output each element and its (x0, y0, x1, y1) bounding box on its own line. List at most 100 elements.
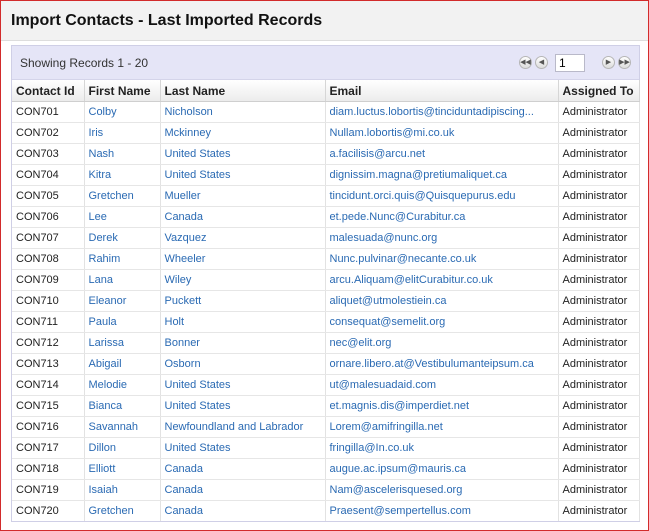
column-header-assigned-to[interactable]: Assigned To (558, 80, 640, 102)
table-row[interactable]: CON701 Colby Nicholson diam.luctus.lobortis… (12, 101, 640, 123)
cell-last-name[interactable]: United States (160, 143, 326, 165)
cell-email[interactable]: et.pede.Nunc@Curabitur.ca (325, 206, 559, 228)
last-page-icon[interactable]: ▶▶ (618, 56, 631, 69)
cell-first-name[interactable]: Melodie (84, 374, 161, 396)
cell-first-name[interactable]: Iris (84, 122, 161, 144)
cell-contact-id: CON714 (12, 374, 85, 396)
column-header-email[interactable]: Email (325, 80, 559, 102)
cell-first-name[interactable]: Nash (84, 143, 161, 165)
table-row[interactable]: CON712 Larissa Bonner nec@elit.org Administr… (12, 332, 640, 354)
cell-last-name[interactable]: United States (160, 164, 326, 186)
cell-last-name[interactable]: Puckett (160, 290, 326, 312)
cell-email[interactable]: et.magnis.dis@imperdiet.net (325, 395, 559, 417)
cell-first-name[interactable]: Kitra (84, 164, 161, 186)
cell-last-name[interactable]: Wheeler (160, 248, 326, 270)
import-contacts-window: Import Contacts - Last Imported Records … (0, 0, 649, 531)
column-header-last-name[interactable]: Last Name (160, 80, 326, 102)
cell-last-name[interactable]: Canada (160, 500, 326, 521)
cell-email[interactable]: ornare.libero.at@Vestibulumanteipsum.ca (325, 353, 559, 375)
cell-last-name[interactable]: Holt (160, 311, 326, 333)
records-panel: Showing Records 1 - 20 ◀◀ ◀ ▶ ▶▶ Contact… (11, 45, 640, 522)
cell-email[interactable]: ut@malesuadaid.com (325, 374, 559, 396)
table-row[interactable]: CON704 Kitra United States dignissim.magna@… (12, 164, 640, 186)
cell-first-name[interactable]: Savannah (84, 416, 161, 438)
cell-contact-id: CON710 (12, 290, 85, 312)
cell-last-name[interactable]: Vazquez (160, 227, 326, 249)
cell-first-name[interactable]: Larissa (84, 332, 161, 354)
cell-last-name[interactable]: Newfoundland and Labrador (160, 416, 326, 438)
table-row[interactable]: CON709 Lana Wiley arcu.Aliquam@elitCurabitu… (12, 269, 640, 291)
cell-last-name[interactable]: Mueller (160, 185, 326, 207)
cell-last-name[interactable]: Mckinney (160, 122, 326, 144)
cell-first-name[interactable]: Derek (84, 227, 161, 249)
cell-last-name[interactable]: United States (160, 374, 326, 396)
cell-last-name[interactable]: Bonner (160, 332, 326, 354)
cell-last-name[interactable]: United States (160, 395, 326, 417)
cell-last-name[interactable]: Canada (160, 458, 326, 480)
table-row[interactable]: CON707 Derek Vazquez malesuada@nunc.org Admi… (12, 227, 640, 249)
cell-first-name[interactable]: Lee (84, 206, 161, 228)
cell-last-name[interactable]: Osborn (160, 353, 326, 375)
page-number-input[interactable] (555, 53, 585, 72)
table-row[interactable]: CON706 Lee Canada et.pede.Nunc@Curabitur.ca… (12, 206, 640, 228)
cell-contact-id: CON708 (12, 248, 85, 270)
cell-email[interactable]: augue.ac.ipsum@mauris.ca (325, 458, 559, 480)
next-page-icon[interactable]: ▶ (602, 56, 615, 69)
table-row[interactable]: CON714 Melodie United States ut@malesuadaid… (12, 374, 640, 396)
cell-last-name[interactable]: Wiley (160, 269, 326, 291)
cell-last-name[interactable]: United States (160, 437, 326, 459)
cell-email[interactable]: arcu.Aliquam@elitCurabitur.co.uk (325, 269, 559, 291)
prev-page-icon[interactable]: ◀ (535, 56, 548, 69)
cell-assigned-to: Administrator (558, 458, 640, 480)
cell-email[interactable]: Nam@ascelerisquesed.org (325, 479, 559, 501)
table-row[interactable]: CON720 Gretchen Canada Praesent@sempertellu… (12, 500, 640, 521)
table-row[interactable]: CON713 Abigail Osborn ornare.libero.at@Vest… (12, 353, 640, 375)
title-bar: Import Contacts - Last Imported Records (1, 1, 648, 41)
cell-email[interactable]: nec@elit.org (325, 332, 559, 354)
column-header-first-name[interactable]: First Name (84, 80, 161, 102)
cell-first-name[interactable]: Gretchen (84, 185, 161, 207)
table-row[interactable]: CON718 Elliott Canada augue.ac.ipsum@mauris… (12, 458, 640, 480)
table-row[interactable]: CON715 Bianca United States et.magnis.dis@i… (12, 395, 640, 417)
cell-first-name[interactable]: Paula (84, 311, 161, 333)
cell-email[interactable]: fringilla@In.co.uk (325, 437, 559, 459)
cell-email[interactable]: a.facilisis@arcu.net (325, 143, 559, 165)
cell-email[interactable]: Praesent@sempertellus.com (325, 500, 559, 521)
cell-first-name[interactable]: Dillon (84, 437, 161, 459)
cell-first-name[interactable]: Isaiah (84, 479, 161, 501)
cell-email[interactable]: tincidunt.orci.quis@Quisquepurus.edu (325, 185, 559, 207)
cell-first-name[interactable]: Eleanor (84, 290, 161, 312)
cell-first-name[interactable]: Bianca (84, 395, 161, 417)
window-title: Import Contacts - Last Imported Records (11, 11, 323, 29)
cell-last-name[interactable]: Nicholson (160, 101, 326, 123)
cell-email[interactable]: Nullam.lobortis@mi.co.uk (325, 122, 559, 144)
table-row[interactable]: CON716 Savannah Newfoundland and Labrador L… (12, 416, 640, 438)
table-row[interactable]: CON703 Nash United States a.facilisis@arcu.… (12, 143, 640, 165)
cell-email[interactable]: diam.luctus.lobortis@tinciduntadipiscing… (325, 101, 559, 123)
cell-first-name[interactable]: Abigail (84, 353, 161, 375)
table-row[interactable]: CON711 Paula Holt consequat@semelit.org Admi… (12, 311, 640, 333)
table-row[interactable]: CON705 Gretchen Mueller tincidunt.orci.quis… (12, 185, 640, 207)
table-row[interactable]: CON708 Rahim Wheeler Nunc.pulvinar@necante.… (12, 248, 640, 270)
cell-email[interactable]: Lorem@amifringilla.net (325, 416, 559, 438)
cell-first-name[interactable]: Elliott (84, 458, 161, 480)
cell-assigned-to: Administrator (558, 311, 640, 333)
cell-last-name[interactable]: Canada (160, 479, 326, 501)
cell-first-name[interactable]: Lana (84, 269, 161, 291)
cell-assigned-to: Administrator (558, 143, 640, 165)
table-row[interactable]: CON702 Iris Mckinney Nullam.lobortis@mi.co.… (12, 122, 640, 144)
cell-last-name[interactable]: Canada (160, 206, 326, 228)
table-row[interactable]: CON719 Isaiah Canada Nam@ascelerisquesed.or… (12, 479, 640, 501)
cell-first-name[interactable]: Colby (84, 101, 161, 123)
cell-email[interactable]: Nunc.pulvinar@necante.co.uk (325, 248, 559, 270)
cell-first-name[interactable]: Gretchen (84, 500, 161, 521)
cell-email[interactable]: aliquet@utmolestiein.ca (325, 290, 559, 312)
table-row[interactable]: CON710 Eleanor Puckett aliquet@utmolestiein… (12, 290, 640, 312)
first-page-icon[interactable]: ◀◀ (519, 56, 532, 69)
cell-email[interactable]: malesuada@nunc.org (325, 227, 559, 249)
cell-email[interactable]: dignissim.magna@pretiumaliquet.ca (325, 164, 559, 186)
table-row[interactable]: CON717 Dillon United States fringilla@In.co… (12, 437, 640, 459)
cell-email[interactable]: consequat@semelit.org (325, 311, 559, 333)
column-header-contact-id[interactable]: Contact Id (12, 80, 85, 102)
cell-first-name[interactable]: Rahim (84, 248, 161, 270)
